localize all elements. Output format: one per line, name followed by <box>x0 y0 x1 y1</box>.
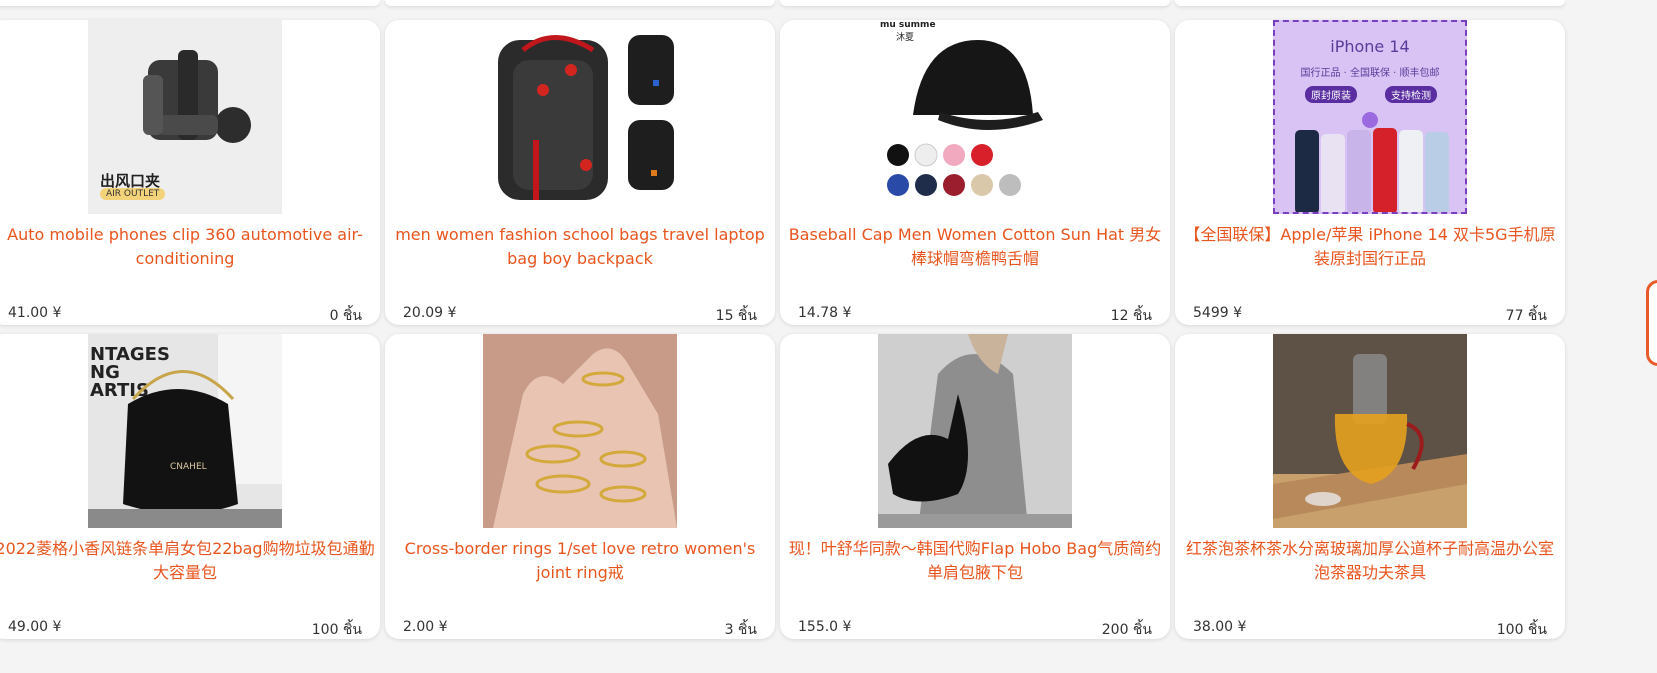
product-image-air-vent-clip[interactable]: 出风口夹 AIR OUTLET <box>88 20 282 214</box>
prev-row-card-strip <box>1175 0 1565 6</box>
product-title[interactable]: 2022菱格小香风链条单肩女包22bag购物垃圾包通勤大容量包 <box>0 537 376 585</box>
product-title[interactable]: men women fashion school bags travel lap… <box>389 223 771 271</box>
product-price: 38.00 ¥ <box>1193 619 1247 635</box>
image-brand-sub: 沐夏 <box>896 33 915 43</box>
image-badge: AIR OUTLET <box>100 188 166 200</box>
product-price: 14.78 ¥ <box>798 305 852 321</box>
prev-row-card-strip <box>0 0 380 6</box>
product-title[interactable]: Baseball Cap Men Women Cotton Sun Hat 男女… <box>784 223 1166 271</box>
product-quantity: 200 ชิ้น <box>1101 622 1152 638</box>
product-card[interactable]: men women fashion school bags travel lap… <box>385 20 775 325</box>
product-quantity: 100 ชิ้น <box>311 622 362 638</box>
product-price: 49.00 ¥ <box>8 619 62 635</box>
product-title[interactable]: Auto mobile phones clip 360 automotive a… <box>0 223 376 271</box>
product-image-backpack[interactable] <box>483 20 677 214</box>
product-card[interactable]: 出风口夹 AIR OUTLET Auto mobile phones clip … <box>0 20 380 325</box>
product-image-rings[interactable] <box>483 334 677 528</box>
product-card[interactable]: mu summe 沐夏 Baseball Cap Men Women Cotto… <box>780 20 1170 325</box>
side-floating-tab[interactable] <box>1646 280 1657 366</box>
product-card[interactable]: 红茶泡茶杯茶水分离玻璃加厚公道杯子耐高温办公室泡茶器功夫茶具 38.00 ¥ 1… <box>1175 334 1565 639</box>
product-card[interactable]: NTAGES NG ARTIS CNAHEL 2022菱格小香风链条单肩女包22… <box>0 334 380 639</box>
image-brand-text: mu summe <box>880 20 936 30</box>
product-card[interactable]: iPhone 14 国行正品 · 全国联保 · 顺丰包邮 原封原装 支持检测 【… <box>1175 20 1565 325</box>
product-title[interactable]: Cross-border rings 1/set love retro wome… <box>389 537 771 585</box>
product-price: 20.09 ¥ <box>403 305 457 321</box>
image-bag-text: CNAHEL <box>170 462 207 472</box>
product-title[interactable]: 红茶泡茶杯茶水分离玻璃加厚公道杯子耐高温办公室泡茶器功夫茶具 <box>1179 537 1561 585</box>
product-quantity: 0 ชิ้น <box>329 308 362 324</box>
product-card[interactable]: 现！叶舒华同款～韩国代购Flap Hobo Bag气质简约单肩包腋下包 155.… <box>780 334 1170 639</box>
product-quantity: 3 ชิ้น <box>724 622 757 638</box>
product-title[interactable]: 现！叶舒华同款～韩国代购Flap Hobo Bag气质简约单肩包腋下包 <box>784 537 1166 585</box>
product-price: 5499 ¥ <box>1193 305 1242 321</box>
product-quantity: 15 ชิ้น <box>715 308 757 324</box>
product-image-chain-bag[interactable]: NTAGES NG ARTIS CNAHEL <box>88 334 282 528</box>
product-card[interactable]: Cross-border rings 1/set love retro wome… <box>385 334 775 639</box>
product-price: 2.00 ¥ <box>403 619 448 635</box>
product-image-tea-set[interactable] <box>1273 334 1467 528</box>
product-price: 155.0 ¥ <box>798 619 852 635</box>
product-title[interactable]: 【全国联保】Apple/苹果 iPhone 14 双卡5G手机原装原封国行正品 <box>1179 223 1561 271</box>
product-image-iphone[interactable]: iPhone 14 国行正品 · 全国联保 · 顺丰包邮 原封原装 支持检测 <box>1273 20 1467 214</box>
product-image-hobo-bag[interactable] <box>878 334 1072 528</box>
product-quantity: 100 ชิ้น <box>1496 622 1547 638</box>
product-quantity: 77 ชิ้น <box>1505 308 1547 324</box>
product-quantity: 12 ชิ้น <box>1110 308 1152 324</box>
product-price: 41.00 ¥ <box>8 305 62 321</box>
prev-row-card-strip <box>780 0 1170 6</box>
prev-row-card-strip <box>385 0 775 6</box>
product-image-baseball-cap[interactable]: mu summe 沐夏 <box>878 20 1072 214</box>
